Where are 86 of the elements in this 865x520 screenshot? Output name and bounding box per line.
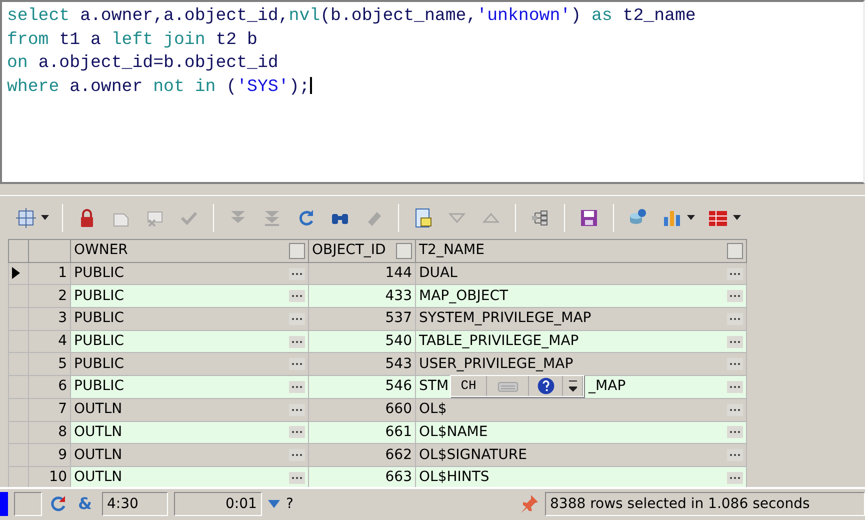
table-cell-text: 543 [385,354,412,374]
table-cell-text: 144 [385,264,412,284]
table-cell-text: SYSTEM_PRIVILEGE_MAP [419,309,592,328]
row-number: 5 [28,352,70,376]
row-number: 7 [28,398,70,421]
row-number: 2 [28,284,70,308]
table-cell-text: OL$SIGNATURE [419,446,527,465]
menu-caret-icon [568,379,576,393]
code-line: from t1 a left join t2 b [7,30,258,52]
ellipsis-icon[interactable] [727,449,743,462]
table-cell-text: 663 [385,468,412,487]
table-cell-text: 662 [385,446,412,465]
table-cell-text: OL$NAME [419,422,488,442]
code-line: where a.owner not in ('SYS'); [7,76,313,98]
text-cursor [310,76,312,94]
table-cell-text: PUBLIC [74,377,124,396]
column-header[interactable]: OBJECT_ID [308,240,416,262]
elapsed-time: 0:01 [174,492,262,516]
ellipsis-icon[interactable] [289,312,305,325]
header-button[interactable] [289,242,305,259]
row-number: 9 [28,444,70,466]
code-line: on a.object_id=b.object_id [7,53,280,75]
ellipsis-icon[interactable] [727,358,743,370]
ellipsis-icon[interactable] [727,426,743,438]
keyboard-icon [496,379,518,393]
status-panel [14,492,42,516]
table-cell-text: 433 [385,286,412,306]
table-cell-text: 660 [385,400,412,420]
ellipsis-icon[interactable] [289,380,305,393]
help-text: ? [286,494,294,514]
status-message: 8388 rows selected in 1.086 seconds [545,492,865,516]
column-header[interactable]: OWNER [70,240,308,262]
ellipsis-icon[interactable] [727,472,743,484]
table-cell-text: PUBLIC [74,309,124,328]
pin-icon [519,494,539,514]
table-cell-text: OUTLN [74,400,122,420]
table-cell-text: USER_PRIVILEGE_MAP [419,354,574,374]
table-cell-text: STM [419,377,449,396]
header-button[interactable] [396,242,412,259]
table-cell-text: OUTLN [74,446,122,465]
table-cell-text: DUAL [419,264,458,284]
grid-icon [15,206,37,228]
table-cell-text: OUTLN [74,468,122,487]
column-header[interactable]: T2_NAME [416,240,746,262]
row-number: 10 [28,466,70,487]
ellipsis-icon[interactable] [727,290,743,302]
dropdown-arrow-icon[interactable] [268,500,280,508]
ellipsis-icon[interactable] [727,268,743,280]
progress-indicator [0,492,8,516]
row-number: 4 [28,330,70,353]
row-number: 1 [28,262,70,285]
table-cell-text: 546 [385,377,412,396]
header-button[interactable] [727,242,743,259]
table-cell-text: PUBLIC [74,354,124,374]
help-icon [536,377,554,395]
table-cell-text: TABLE_PRIVILEGE_MAP [419,332,579,352]
table-cell-text: OL$HINTS [419,468,490,487]
table-cell-text: 661 [385,422,412,442]
ellipsis-icon[interactable] [289,336,305,348]
ellipsis-icon[interactable] [727,336,743,348]
sql-editor[interactable]: select a.owner,a.object_id,nvl(b.object_name,'unknown') as t2_name from t1 a left join t2 b on a.object_id=b.object_id where a.owner not in ('SYS'); [0,0,865,184]
row-number: 8 [28,421,70,444]
cursor-position: 4:30 [102,492,168,516]
table-cell-text: OL$ [419,400,447,420]
ellipsis-icon[interactable] [289,358,305,370]
row-number: 6 [28,376,70,398]
row-number: 3 [28,308,70,330]
ellipsis-icon[interactable] [289,472,305,484]
ellipsis-icon[interactable] [727,312,743,325]
refresh-icon[interactable] [48,494,68,514]
ellipsis-icon[interactable] [289,290,305,302]
table-cell-text: _MAP [588,377,626,396]
ellipsis-icon[interactable] [289,426,305,438]
table-cell-text: PUBLIC [74,332,124,352]
code-line: select a.owner,a.object_id,nvl(b.object_name,'unknown') as t2_name [7,6,697,28]
table-cell-text: PUBLIC [74,264,124,284]
ellipsis-icon[interactable] [727,380,743,393]
table-cell-text: 537 [385,309,412,328]
ellipsis-icon[interactable] [727,404,743,416]
ellipsis-icon[interactable] [289,449,305,462]
table-cell-text: OUTLN [74,422,122,442]
table-cell-text: 540 [385,332,412,352]
ellipsis-icon[interactable] [289,268,305,280]
table-cell-text: PUBLIC [74,286,124,306]
table-cell-text: MAP_OBJECT [419,286,508,306]
ellipsis-icon[interactable] [289,404,305,416]
